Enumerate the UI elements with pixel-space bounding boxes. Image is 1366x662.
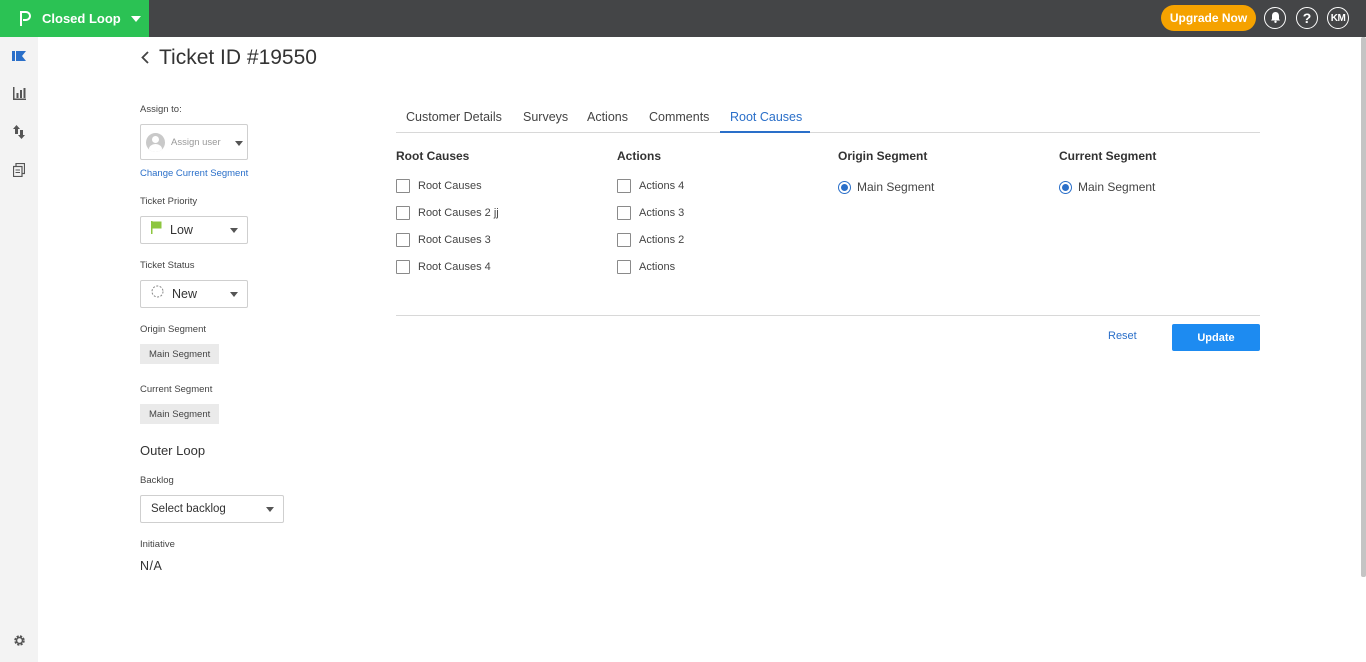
change-segment-link[interactable]: Change Current Segment [140,168,248,179]
backlog-select[interactable]: Select backlog [140,495,284,523]
rail-settings[interactable] [0,628,38,658]
app-name: Closed Loop [42,11,121,26]
status-new-icon [151,285,164,303]
checkbox[interactable] [617,179,631,193]
rail-tickets[interactable] [0,42,38,72]
rail-analytics[interactable] [0,81,38,111]
radio-label: Main Segment [1078,180,1156,194]
tab-actions[interactable]: Actions [587,110,628,124]
update-button[interactable]: Update [1172,324,1260,351]
checkbox-label: Actions [639,261,676,273]
chevron-down-icon [230,228,238,233]
form-divider [396,315,1260,316]
assign-user-select[interactable]: Assign user [140,124,248,160]
outer-loop-heading: Outer Loop [140,443,206,458]
initiative-label: Initiative [140,539,175,550]
current-segment-heading: Current Segment [1059,149,1157,163]
rail-reports[interactable] [0,157,38,187]
priority-value: Low [170,223,193,237]
checkbox-label: Root Causes 4 [418,261,491,273]
checkbox-label: Actions 2 [639,234,685,246]
action-checkbox[interactable]: Actions 4 [617,179,684,193]
origin-segment-label: Origin Segment [140,324,207,335]
root-cause-checkbox[interactable]: Root Causes 3 [396,233,491,247]
page-scrollbar[interactable] [1361,37,1366,577]
priority-select[interactable]: Low [140,216,248,244]
status-select[interactable]: New [140,280,248,308]
active-tab-indicator [720,131,810,133]
rail-transfer[interactable] [0,119,38,149]
tab-comments[interactable]: Comments [649,110,709,124]
logo-icon [18,10,32,27]
chevron-down-icon [130,15,141,22]
reset-button[interactable]: Reset [1108,330,1137,342]
origin-segment-radio[interactable]: Main Segment [838,180,934,194]
user-avatar-icon [146,132,165,152]
tab-customer-details[interactable]: Customer Details [406,110,502,124]
origin-segment-heading: Origin Segment [838,149,928,163]
actions-heading: Actions [617,149,662,163]
initiative-value: N/A [140,559,163,573]
left-rail [0,37,38,662]
checkbox-label: Root Causes 3 [418,234,491,246]
flag-icon [12,48,26,66]
current-segment-label: Current Segment [140,384,213,395]
checkbox[interactable] [396,206,410,220]
root-cause-checkbox[interactable]: Root Causes 2 jj [396,206,499,220]
status-label: Ticket Status [140,260,195,271]
tabs-divider [396,132,1260,133]
assign-placeholder: Assign user [171,136,221,148]
tab-root-causes[interactable]: Root Causes [730,110,802,124]
priority-label: Ticket Priority [140,196,198,207]
checkbox[interactable] [617,260,631,274]
current-segment-chip: Main Segment [140,404,220,424]
assign-label: Assign to: [140,104,182,115]
checkbox-label: Actions 3 [639,207,685,219]
documents-icon [12,162,26,182]
checkbox[interactable] [396,260,410,274]
status-value: New [172,287,198,301]
chevron-down-icon [235,141,243,146]
sort-arrows-icon [13,124,25,144]
backlog-label: Backlog [140,475,174,486]
root-cause-checkbox[interactable]: Root Causes [396,179,482,193]
checkbox-label: Actions 4 [639,180,685,192]
back-button[interactable] [138,50,152,70]
chevron-down-icon [230,292,238,297]
current-segment-radio[interactable]: Main Segment [1059,180,1155,194]
checkbox-label: Root Causes 2 jj [418,207,499,219]
tab-surveys[interactable]: Surveys [523,110,568,124]
radio-button[interactable] [838,180,851,194]
radio-selected-dot [841,183,848,191]
chevron-down-icon [266,507,274,512]
root-cause-checkbox[interactable]: Root Causes 4 [396,260,491,274]
action-checkbox[interactable]: Actions 3 [617,206,684,220]
upgrade-button[interactable]: Upgrade Now [1161,5,1256,31]
action-checkbox[interactable]: Actions [617,260,675,274]
checkbox-label: Root Causes [418,180,482,192]
root-causes-heading: Root Causes [396,149,470,163]
checkbox[interactable] [396,179,410,193]
user-avatar-button[interactable]: KM [1327,7,1349,29]
gear-icon [13,634,26,652]
backlog-placeholder: Select backlog [151,503,226,515]
notifications-button[interactable] [1264,7,1286,29]
app-switcher[interactable]: Closed Loop [0,0,149,37]
bar-chart-icon [12,87,26,105]
action-checkbox[interactable]: Actions 2 [617,233,684,247]
top-bar: Closed Loop Upgrade Now ? KM [0,0,1366,37]
bell-icon [1270,11,1281,26]
radio-label: Main Segment [857,180,935,194]
help-button[interactable]: ? [1296,7,1318,29]
checkbox[interactable] [396,233,410,247]
chevron-left-icon [141,51,149,69]
origin-segment-chip: Main Segment [140,344,220,364]
radio-button[interactable] [1059,180,1072,194]
priority-flag-icon [151,221,162,239]
checkbox[interactable] [617,233,631,247]
checkbox[interactable] [617,206,631,220]
page-title: Ticket ID #19550 [159,46,317,69]
radio-selected-dot [1062,183,1069,191]
